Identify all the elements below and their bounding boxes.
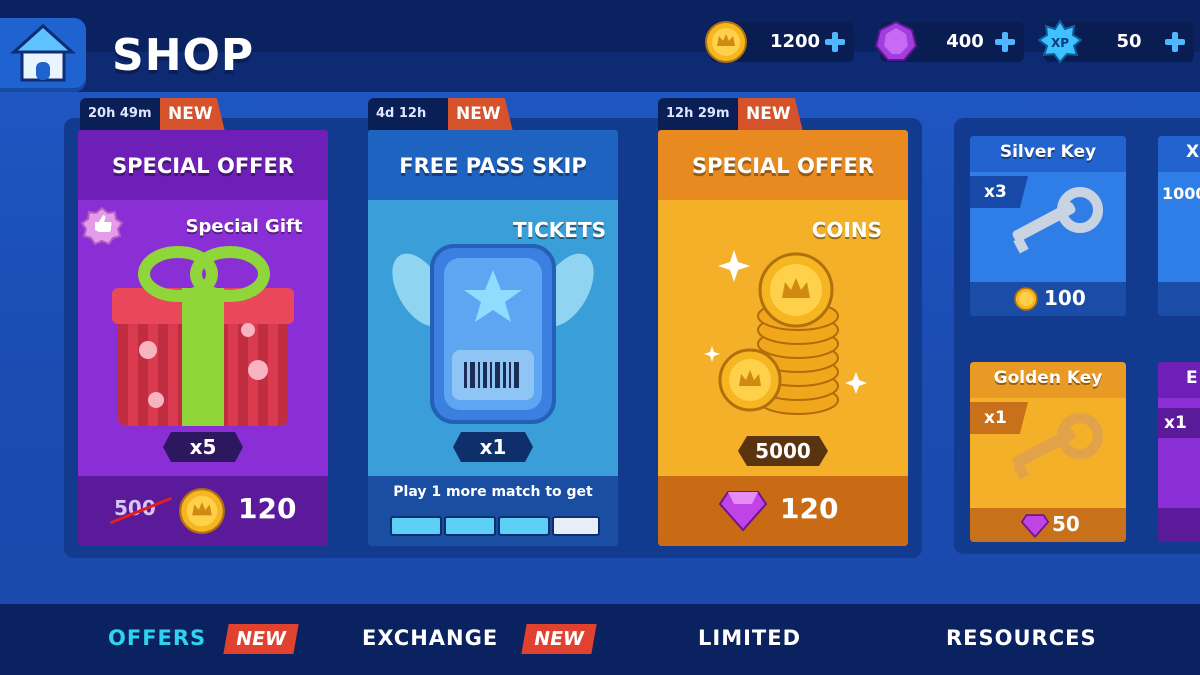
tab-limited[interactable]: LIMITED xyxy=(698,626,801,650)
key-price-bar[interactable]: 100 xyxy=(970,282,1126,316)
tab-resources[interactable]: RESOURCES xyxy=(946,626,1097,650)
offer-timer: 20h 49m xyxy=(80,98,160,130)
offer-price: 120 xyxy=(238,492,297,525)
key-card-golden[interactable]: Golden Key x1 50 xyxy=(970,362,1126,542)
coin-amount: 1200 xyxy=(769,31,821,52)
key-price-bar[interactable]: 50 xyxy=(970,508,1126,542)
key-price: 100 xyxy=(1044,286,1086,310)
new-badge: NEW xyxy=(448,98,513,130)
pass-progress: Play 1 more match to get xyxy=(368,476,618,546)
key-name: Silver Key xyxy=(999,142,1097,162)
progress-segment-filled xyxy=(444,516,496,536)
offer-card-coins[interactable]: SPECIAL OFFER COINS 5000 120 xyxy=(658,130,908,546)
key-name: Golden Key xyxy=(993,368,1103,388)
progress-text: Play 1 more match to get xyxy=(393,484,593,500)
progress-segment-empty xyxy=(552,516,600,536)
offer-title: SPECIAL OFFER xyxy=(78,130,328,200)
xp-icon: XP xyxy=(1038,20,1082,64)
xp-amount: 50 xyxy=(1116,31,1142,52)
offer-title: SPECIAL OFFER xyxy=(658,130,908,200)
silver-key-icon xyxy=(1012,187,1103,254)
partial-quantity: x1 xyxy=(1158,408,1200,438)
offer-title: FREE PASS SKIP xyxy=(368,130,618,200)
offer-item-name: Special Gift xyxy=(185,216,303,237)
gem-counter: 400 xyxy=(874,20,1024,62)
add-xp-button[interactable] xyxy=(1164,31,1186,53)
coin-counter: 1200 xyxy=(705,21,854,63)
partial-card-bottom[interactable]: E x1 xyxy=(1158,362,1200,542)
add-coins-button[interactable] xyxy=(824,31,846,53)
offer-item-name: COINS xyxy=(811,218,882,242)
key-card-silver[interactable]: Silver Key x3 100 xyxy=(970,136,1126,316)
gem-amount: 400 xyxy=(946,31,984,52)
coin-icon xyxy=(1014,287,1038,311)
thumbs-up-icon xyxy=(80,206,124,246)
xp-counter: XP 50 xyxy=(1038,20,1194,64)
golden-key-icon xyxy=(1012,413,1103,480)
offer-price-bar[interactable]: 120 xyxy=(658,476,908,546)
home-button[interactable] xyxy=(0,18,86,92)
progress-segment-filled xyxy=(498,516,550,536)
coin-icon xyxy=(179,488,225,534)
offer-timer: 4d 12h xyxy=(368,98,448,130)
gem-icon xyxy=(874,20,918,61)
gem-icon xyxy=(718,491,768,532)
house-icon xyxy=(10,23,76,82)
new-badge: NEW xyxy=(160,98,225,130)
offer-quantity: x1 xyxy=(453,432,533,462)
progress-segment-filled xyxy=(390,516,442,536)
key-price: 50 xyxy=(1052,512,1080,536)
offer-price-bar[interactable]: 500 120 xyxy=(78,476,328,546)
partial-card-top[interactable]: X 1000 xyxy=(1158,136,1200,316)
key-price-bar xyxy=(1158,282,1200,316)
partial-name: E xyxy=(1186,368,1198,388)
offer-card-free-pass-skip[interactable]: FREE PASS SKIP TICKETS x1 Play 1 more ma… xyxy=(368,130,618,546)
offer-price: 120 xyxy=(780,492,839,525)
gem-icon xyxy=(1020,514,1050,538)
tab-new-badge: NEW xyxy=(521,624,597,654)
page-title: SHOP xyxy=(112,30,255,81)
partial-value: 1000 xyxy=(1162,184,1200,203)
xp-badge-text: XP xyxy=(1051,36,1069,50)
key-price-bar xyxy=(1158,508,1200,542)
tab-new-badge: NEW xyxy=(223,624,299,654)
coin-icon xyxy=(705,21,747,63)
tab-offers[interactable]: OFFERS xyxy=(108,626,206,650)
tab-exchange[interactable]: EXCHANGE xyxy=(362,626,498,650)
add-gems-button[interactable] xyxy=(994,31,1016,53)
new-badge: NEW xyxy=(738,98,803,130)
offer-quantity: 5000 xyxy=(738,436,828,466)
offer-timer: 12h 29m xyxy=(658,98,738,130)
offer-quantity: x5 xyxy=(163,432,243,462)
offer-card-special-gift[interactable]: SPECIAL OFFER Special Gift x5 500 120 xyxy=(78,130,328,546)
offer-item-name: TICKETS xyxy=(513,218,606,242)
partial-name: X xyxy=(1186,142,1200,162)
